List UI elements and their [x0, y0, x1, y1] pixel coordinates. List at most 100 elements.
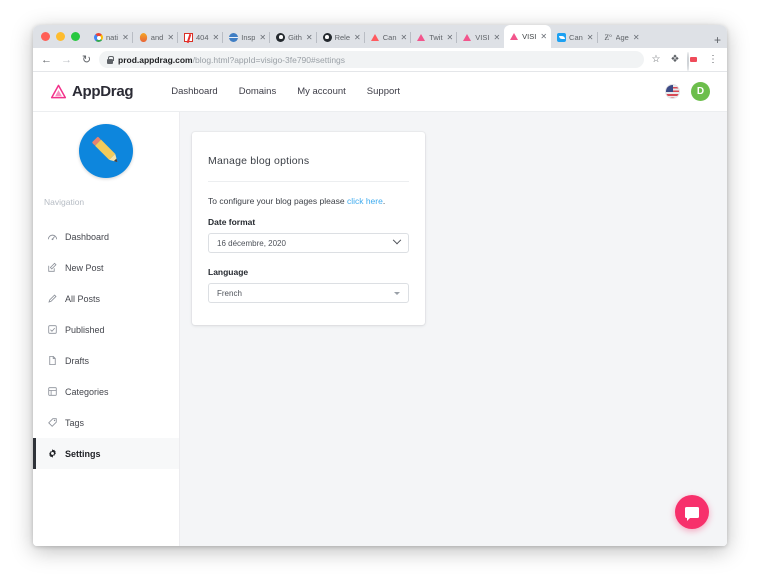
browser-tab[interactable]: Ƶº Age ✕	[596, 27, 644, 48]
tab-close-icon[interactable]: ✕	[492, 33, 500, 42]
sidebar-item-tags[interactable]: Tags	[33, 407, 179, 438]
browser-tab-strip: nati ✕ and ✕ 404 ✕ Insp ✕ Gith ✕ Rele ✕ Can ✕ Twit ✕ VIS…	[33, 25, 727, 48]
sidebar-item-settings[interactable]: Settings	[33, 438, 179, 469]
tag-icon	[47, 417, 58, 428]
list-icon	[47, 386, 58, 397]
tab-close-icon[interactable]: ✕	[305, 33, 313, 42]
card-divider	[208, 181, 409, 182]
blog-sidebar: Navigation Dashboard New Post All Posts Pub…	[33, 112, 180, 546]
sidebar-item-categories[interactable]: Categories	[33, 376, 179, 407]
browser-tab[interactable]: Can ✕	[551, 27, 597, 48]
minimize-window-button[interactable]	[56, 32, 65, 41]
app-main-nav: Dashboard Domains My account Support	[171, 86, 400, 97]
browser-menu-icon[interactable]: ⋮	[706, 53, 720, 67]
browser-tab[interactable]: Insp ✕	[222, 27, 270, 48]
language-select[interactable]: French	[208, 283, 409, 303]
tab-label: Insp	[241, 33, 256, 42]
gauge-icon	[47, 231, 58, 242]
app-header: AppDrag Dashboard Domains My account Suppor…	[33, 72, 727, 112]
close-window-button[interactable]	[41, 32, 50, 41]
browser-profile-avatar[interactable]	[687, 51, 701, 71]
sidebar-item-new-post[interactable]: New Post	[33, 252, 179, 283]
app-nav-item[interactable]: Support	[367, 86, 400, 97]
new-tab-button[interactable]: +	[707, 34, 727, 48]
sidebar-item-list: Dashboard New Post All Posts Published Draft…	[33, 221, 179, 469]
address-bar[interactable]: prod.appdrag.com/blog.html?appId=visigo-…	[99, 51, 644, 68]
compose-icon	[47, 262, 58, 273]
blog-options-card: Manage blog options To configure your bl…	[192, 132, 425, 325]
sidebar-item-drafts[interactable]: Drafts	[33, 345, 179, 376]
tab-close-icon[interactable]: ✕	[121, 33, 129, 42]
app-nav-item[interactable]: Dashboard	[171, 86, 217, 97]
back-button[interactable]: ←	[39, 54, 54, 66]
tab-close-icon[interactable]: ✕	[258, 33, 266, 42]
reload-button[interactable]: ↻	[79, 54, 94, 66]
browser-tab[interactable]: Rele ✕	[315, 27, 365, 48]
appdrag-logo-icon	[50, 84, 67, 99]
url-text: prod.appdrag.com/blog.html?appId=visigo-…	[118, 54, 346, 65]
date-format-select[interactable]: 16 décembre, 2020	[208, 233, 409, 253]
account-avatar[interactable]: D	[691, 82, 710, 101]
forward-button[interactable]: →	[59, 54, 74, 66]
github-icon	[276, 33, 286, 42]
sidebar-item-published[interactable]: Published	[33, 314, 179, 345]
sidebar-item-all-posts[interactable]: All Posts	[33, 283, 179, 314]
browser-tab[interactable]: 404 ✕	[177, 27, 223, 48]
pencil-icon	[47, 293, 58, 304]
sidebar-item-dashboard[interactable]: Dashboard	[33, 221, 179, 252]
tab-close-icon[interactable]: ✕	[212, 33, 220, 42]
flame-icon	[139, 33, 147, 42]
tab-close-icon[interactable]: ✕	[586, 33, 594, 42]
tab-close-icon[interactable]: ✕	[353, 33, 361, 42]
tab-label: 404	[196, 33, 209, 42]
tab-close-icon[interactable]: ✕	[539, 32, 547, 41]
helper-prefix: To configure your blog pages please	[208, 196, 347, 206]
app-brand-name: AppDrag	[72, 83, 134, 100]
file-icon	[47, 355, 58, 366]
helper-suffix: .	[382, 196, 386, 206]
tab-label: Can	[382, 33, 397, 42]
browser-tab[interactable]: Twit ✕	[410, 27, 457, 48]
triangle-icon	[463, 33, 472, 42]
window-traffic-lights	[39, 25, 88, 48]
page-content: AppDrag Dashboard Domains My account Suppor…	[33, 72, 727, 546]
browser-tab[interactable]: nati ✕	[88, 27, 133, 48]
browser-tab[interactable]: VISI ✕	[456, 27, 504, 48]
chevron-down-icon	[392, 235, 402, 245]
app-nav-item[interactable]: Domains	[239, 86, 277, 97]
maximize-window-button[interactable]	[71, 32, 80, 41]
sidebar-item-label: Settings	[65, 448, 101, 459]
date-format-label: Date format	[208, 217, 256, 227]
tab-close-icon[interactable]: ✕	[166, 33, 174, 42]
browser-window: nati ✕ and ✕ 404 ✕ Insp ✕ Gith ✕ Rele ✕ Can ✕ Twit ✕ VIS…	[33, 25, 727, 546]
us-flag-icon[interactable]	[665, 84, 680, 99]
tab-label: VISI	[522, 32, 537, 41]
browser-tab[interactable]: VISI ✕	[504, 25, 552, 48]
airbnb-icon	[370, 33, 380, 42]
tab-close-icon[interactable]: ✕	[400, 33, 408, 42]
tab-close-icon[interactable]: ✕	[632, 33, 640, 42]
chat-widget-button[interactable]	[675, 495, 709, 529]
sidebar-item-label: Drafts	[65, 355, 90, 366]
click-here-link[interactable]: click here	[347, 196, 383, 206]
tab-close-icon[interactable]: ✕	[446, 33, 454, 42]
gear-icon	[47, 448, 58, 459]
twitter-icon	[557, 33, 567, 42]
main-content: Manage blog options To configure your bl…	[180, 112, 727, 546]
browser-tab[interactable]: and ✕	[131, 27, 178, 48]
tab-label: Age	[615, 33, 629, 42]
tab-label: nati	[106, 33, 119, 42]
browser-tab[interactable]: Gith ✕	[269, 27, 316, 48]
app-logo[interactable]: AppDrag	[50, 83, 134, 100]
app-nav-item[interactable]: My account	[297, 86, 346, 97]
tab-label: VISI	[475, 33, 490, 42]
sidebar-item-label: Tags	[65, 417, 85, 428]
app-body: Navigation Dashboard New Post All Posts Pub…	[33, 112, 727, 546]
extensions-icon[interactable]: ❖	[668, 53, 682, 67]
language-value: French	[217, 288, 242, 298]
blog-avatar-pencil-icon	[79, 124, 133, 178]
triangle-icon	[510, 32, 519, 41]
bookmark-star-icon[interactable]: ☆	[649, 53, 663, 67]
card-title: Manage blog options	[208, 155, 310, 167]
browser-tab[interactable]: Can ✕	[363, 27, 411, 48]
